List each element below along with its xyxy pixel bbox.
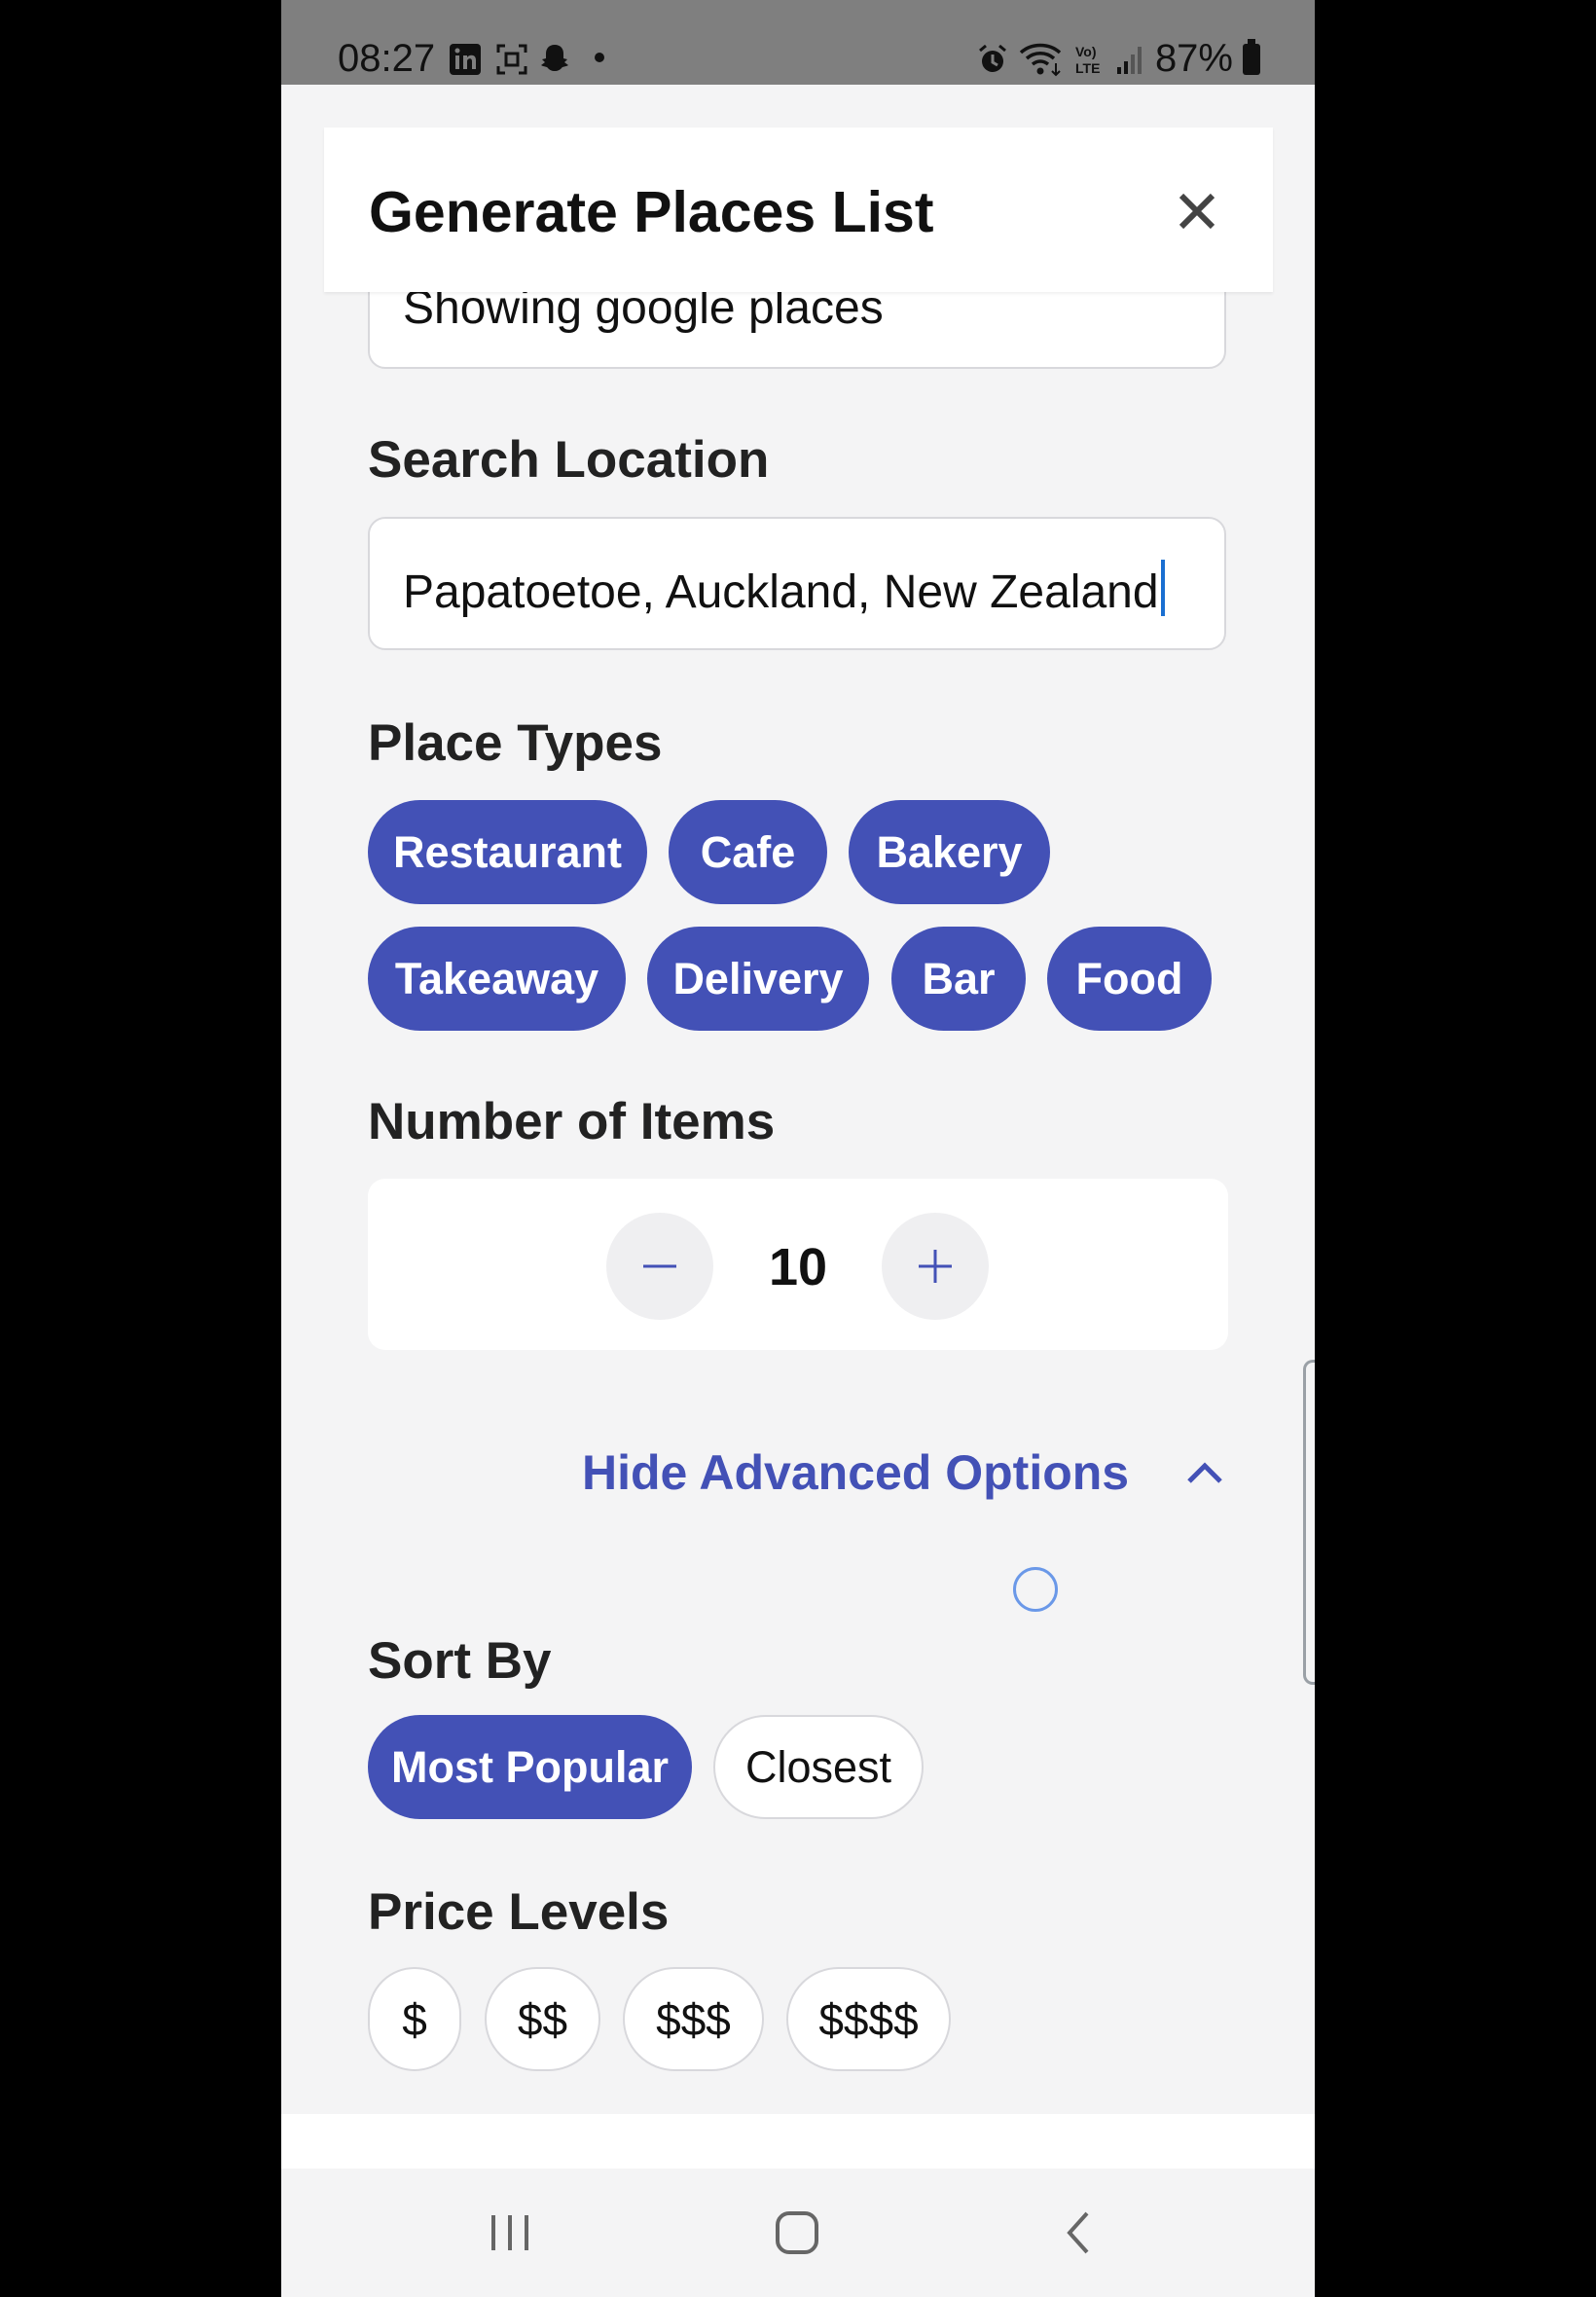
wifi-icon (1019, 43, 1062, 76)
price-level-1[interactable]: $ (368, 1967, 461, 2071)
quantity-stepper: 10 (368, 1179, 1228, 1350)
close-button[interactable] (1172, 186, 1222, 237)
minus-icon (643, 1264, 676, 1268)
navigation-bar (281, 2169, 1315, 2297)
signal-icon (1116, 46, 1142, 74)
hide-advanced-options-button[interactable]: Hide Advanced Options (582, 1439, 1224, 1507)
phone-screen: 08:27 Vo) LTE 87% Showing google places … (281, 0, 1315, 2297)
status-bar: 08:27 Vo) LTE 87% (281, 0, 1315, 85)
battery-icon (1243, 38, 1260, 75)
price-level-4[interactable]: $$$$ (786, 1967, 951, 2071)
number-of-items-label: Number of Items (368, 1093, 776, 1150)
search-location-value: Papatoetoe, Auckland, New Zealand (403, 566, 1159, 618)
screenshot-icon (496, 44, 527, 75)
status-time: 08:27 (338, 37, 436, 80)
chevron-up-icon (1187, 1462, 1222, 1483)
volte-icon: Vo) LTE (1075, 44, 1100, 76)
scrollbar[interactable] (1303, 1360, 1315, 1685)
chip-bakery[interactable]: Bakery (849, 800, 1050, 904)
touch-indicator (1013, 1567, 1058, 1612)
linkedin-icon (450, 44, 481, 75)
recents-icon[interactable] (486, 2209, 534, 2256)
decrement-button[interactable] (606, 1213, 713, 1320)
snapchat-icon (541, 45, 568, 71)
advanced-options-label: Hide Advanced Options (582, 1445, 1130, 1500)
plus-icon (919, 1250, 952, 1283)
sort-most-popular[interactable]: Most Popular (368, 1715, 692, 1819)
chip-cafe[interactable]: Cafe (669, 800, 827, 904)
price-levels-label: Price Levels (368, 1883, 670, 1941)
chip-takeaway[interactable]: Takeaway (368, 927, 626, 1031)
svg-text:LTE: LTE (1075, 60, 1100, 76)
alarm-icon (978, 44, 1006, 72)
sort-by-label: Sort By (368, 1632, 552, 1690)
search-location-input[interactable]: Papatoetoe, Auckland, New Zealand (368, 517, 1226, 650)
back-icon[interactable] (1060, 2209, 1099, 2256)
chip-restaurant[interactable]: Restaurant (368, 800, 647, 904)
price-level-3[interactable]: $$$ (623, 1967, 764, 2071)
sort-closest[interactable]: Closest (713, 1715, 924, 1819)
svg-text:Vo): Vo) (1075, 44, 1097, 59)
notification-dot-icon (595, 53, 604, 62)
chip-food[interactable]: Food (1047, 927, 1212, 1031)
item-count-value: 10 (768, 1238, 828, 1296)
battery-percent: 87% (1154, 37, 1233, 80)
place-types-label: Place Types (368, 714, 663, 772)
chip-bar[interactable]: Bar (891, 927, 1026, 1031)
page-title: Generate Places List (369, 180, 934, 244)
increment-button[interactable] (882, 1213, 989, 1320)
close-icon (1179, 193, 1215, 230)
search-location-label: Search Location (368, 431, 770, 489)
price-level-2[interactable]: $$ (485, 1967, 600, 2071)
chip-delivery[interactable]: Delivery (647, 927, 869, 1031)
modal-footer (281, 2114, 1315, 2169)
home-icon[interactable] (773, 2209, 821, 2256)
status-right: Vo) LTE 87% (976, 37, 1260, 81)
modal-header: Generate Places List (324, 128, 1273, 292)
text-cursor (1160, 560, 1165, 616)
